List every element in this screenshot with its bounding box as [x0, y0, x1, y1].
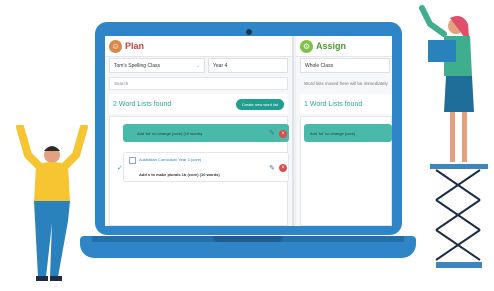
laptop-screen: ☺ Plan Tom's Spelling Class ⌄ Year 4 Sea…	[105, 36, 392, 226]
webcam	[246, 29, 252, 35]
laptop-notch	[213, 236, 283, 242]
plan-found-count: 2 Word Lists found	[113, 100, 172, 108]
list-item[interactable]: Add 'ful' no change (core)	[304, 124, 392, 142]
assign-title: Assign	[316, 41, 347, 51]
class-select[interactable]: Tom's Spelling Class ⌄	[109, 58, 205, 73]
assign-panel: ⚙ Assign Whole Class Word lists moved he…	[296, 36, 392, 226]
check-icon: ✓	[117, 165, 123, 172]
assign-found-count: 1 Word Lists found	[304, 100, 363, 108]
list-item-label: Australian Curriculum Year 3 (core)	[139, 157, 202, 162]
assign-gear-icon: ⚙	[300, 39, 313, 53]
plan-search-input[interactable]: Search	[109, 77, 288, 90]
chevron-down-icon: ⌄	[195, 62, 200, 69]
list-item-label: Add 'ful' no change (core) (10 words)	[137, 130, 203, 136]
plan-panel: ☺ Plan Tom's Spelling Class ⌄ Year 4 Sea…	[105, 36, 294, 226]
assign-selectors: Whole Class	[300, 58, 390, 75]
create-word-list-button[interactable]: Create new word list	[235, 98, 284, 110]
cheering-person-illustration	[16, 125, 88, 281]
remove-icon[interactable]: ×	[279, 164, 287, 172]
group-select-value: Whole Class	[305, 62, 334, 69]
group-select[interactable]: Whole Class	[300, 58, 390, 73]
search-placeholder: Search	[114, 81, 129, 86]
assign-note-text: Word lists moved here will be immediatel…	[304, 81, 388, 86]
list-item[interactable]: Add 'ful' no change (core) (10 words)	[123, 124, 289, 142]
plan-title: Plan	[125, 41, 145, 51]
plan-header: ☺ Plan	[105, 36, 292, 57]
plan-avatar-icon: ☺	[109, 39, 122, 53]
woman-on-lift-illustration	[419, 5, 488, 268]
year-select-value: Year 4	[213, 62, 228, 69]
class-select-value: Tom's Spelling Class	[114, 62, 160, 69]
assign-found-bar: 1 Word Lists found	[300, 94, 392, 114]
list-checkbox[interactable]	[129, 157, 136, 164]
list-item-label: Add s to make plurals 1b (core) (10 word…	[139, 172, 220, 177]
remove-icon[interactable]: ×	[279, 130, 287, 138]
year-select[interactable]: Year 4	[208, 58, 288, 73]
pencil-icon[interactable]: ✎	[269, 129, 275, 137]
assign-note: Word lists moved here will be immediatel…	[300, 77, 392, 90]
list-item-label: Add 'ful' no change (core)	[310, 130, 356, 136]
pencil-icon[interactable]: ✎	[269, 164, 275, 172]
plan-selectors: Tom's Spelling Class ⌄ Year 4	[109, 58, 288, 75]
plan-found-bar: 2 Word Lists found Create new word list	[109, 94, 288, 114]
assign-header: ⚙ Assign	[296, 36, 392, 57]
